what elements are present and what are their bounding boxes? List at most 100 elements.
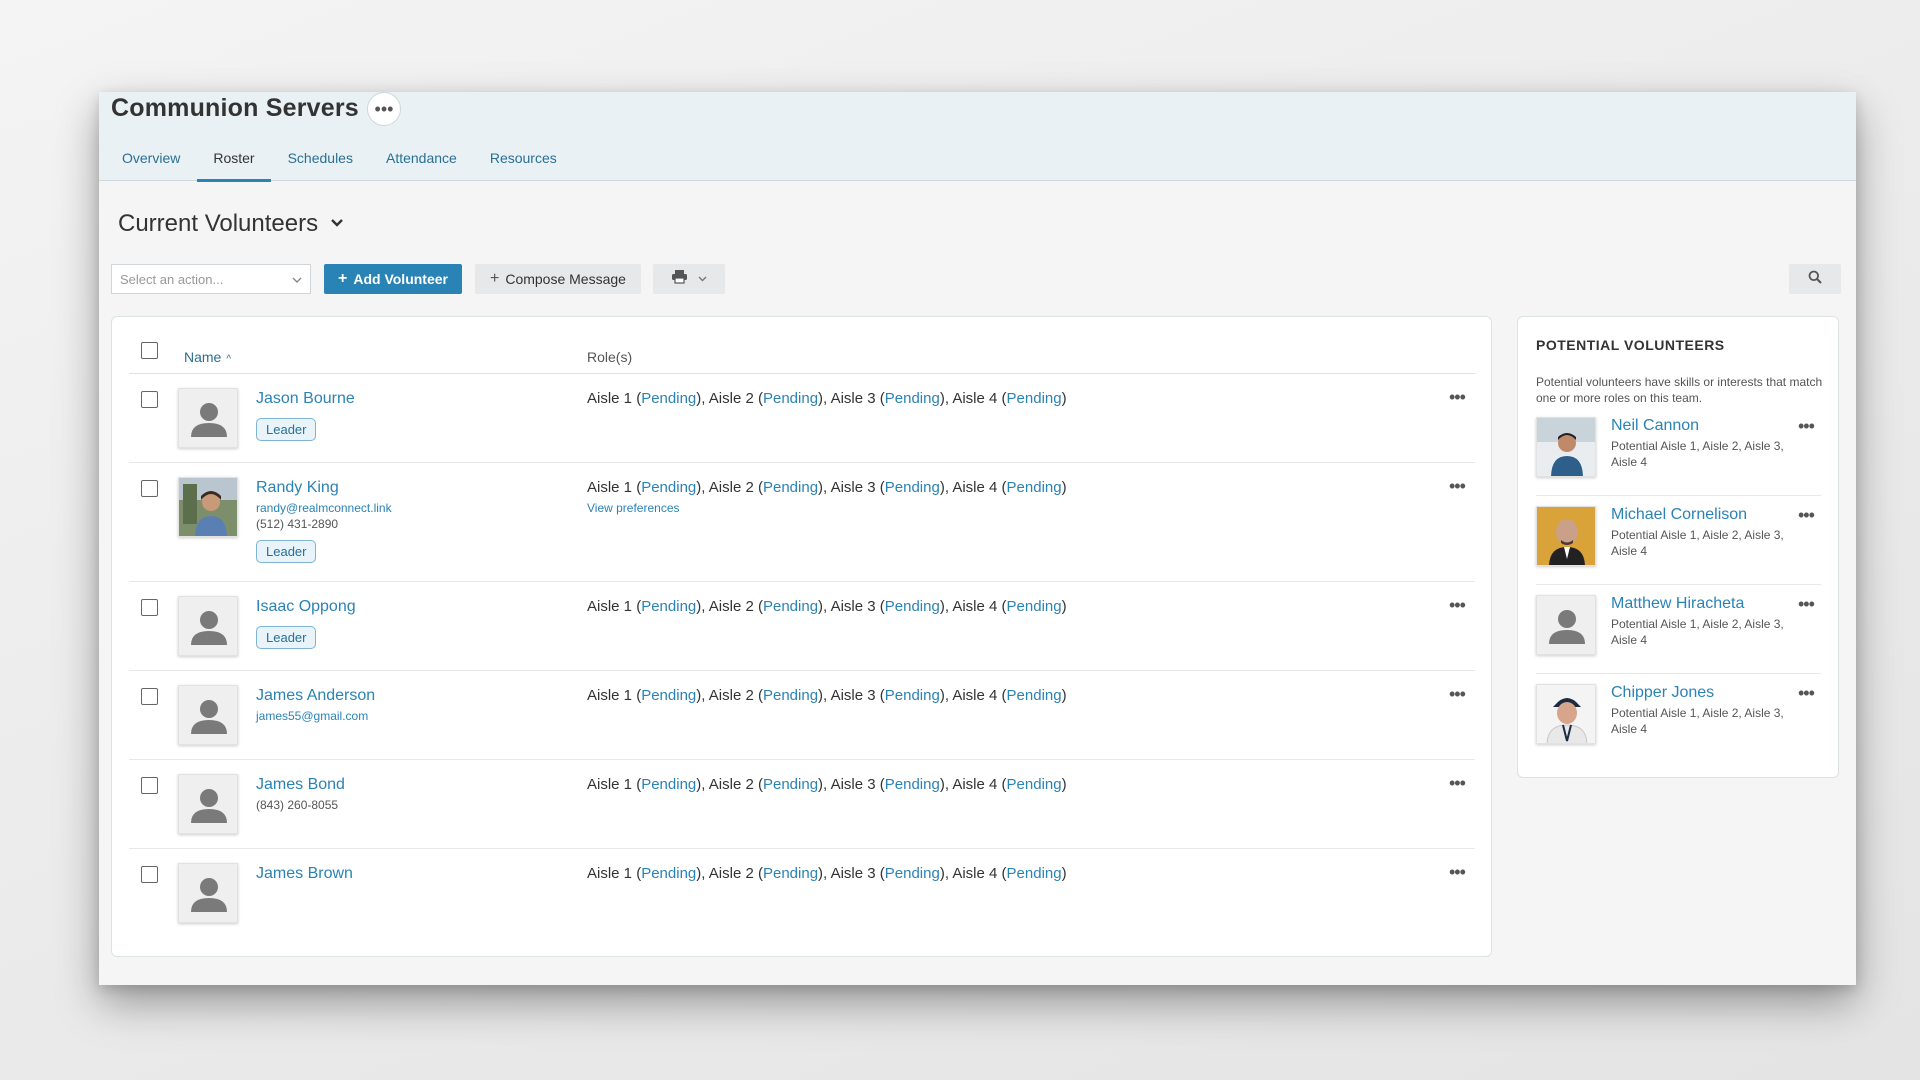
volunteer-name-link[interactable]: Randy King xyxy=(256,479,339,497)
pending-link[interactable]: Pending xyxy=(763,390,818,407)
pending-link[interactable]: Pending xyxy=(885,687,940,704)
pending-link[interactable]: Pending xyxy=(885,598,940,615)
potential-roles-text: Potential Aisle 1, Aisle 2, Aisle 3, Ais… xyxy=(1611,439,1784,469)
add-volunteer-button[interactable]: + Add Volunteer xyxy=(324,264,462,294)
tab-attendance[interactable]: Attendance xyxy=(370,144,473,181)
compose-message-button[interactable]: + Compose Message xyxy=(474,264,641,294)
more-options-button[interactable]: ••• xyxy=(1798,417,1815,435)
team-options-button[interactable]: ••• xyxy=(367,92,401,126)
pending-link[interactable]: Pending xyxy=(641,687,696,704)
potential-roles-text: Potential Aisle 1, Aisle 2, Aisle 3, Ais… xyxy=(1611,528,1784,558)
table-row: James Bond (843) 260-8055 Aisle 1 (Pendi… xyxy=(129,760,1475,849)
pending-link[interactable]: Pending xyxy=(763,598,818,615)
row-checkbox[interactable] xyxy=(141,777,158,794)
volunteer-name-link[interactable]: James Anderson xyxy=(256,687,375,705)
list-item: Matthew Hiracheta Potential Aisle 1, Ais… xyxy=(1536,585,1821,674)
email-link[interactable]: randy@realmconnect.link xyxy=(256,501,392,515)
pending-link[interactable]: Pending xyxy=(763,687,818,704)
sort-asc-icon: ^ xyxy=(226,354,232,365)
more-options-button[interactable]: ••• xyxy=(1798,506,1815,524)
pending-link[interactable]: Pending xyxy=(641,865,696,882)
email-link[interactable]: james55@gmail.com xyxy=(256,709,368,723)
pending-link[interactable]: Pending xyxy=(885,865,940,882)
pending-link[interactable]: Pending xyxy=(885,776,940,793)
row-checkbox[interactable] xyxy=(141,599,158,616)
roles-text: Aisle 1 (Pending), Aisle 2 (Pending), Ai… xyxy=(587,479,1067,496)
pending-link[interactable]: Pending xyxy=(641,598,696,615)
potential-volunteer-name-link[interactable]: Neil Cannon xyxy=(1611,417,1699,435)
more-options-button[interactable]: ••• xyxy=(1798,595,1815,613)
pending-link[interactable]: Pending xyxy=(763,776,818,793)
tab-resources[interactable]: Resources xyxy=(474,144,573,181)
roles-text: Aisle 1 (Pending), Aisle 2 (Pending), Ai… xyxy=(587,776,1067,793)
pending-link[interactable]: Pending xyxy=(885,479,940,496)
table-row: Randy King randy@realmconnect.link (512)… xyxy=(129,463,1475,582)
pending-link[interactable]: Pending xyxy=(1007,687,1062,704)
row-more-button[interactable]: ••• xyxy=(1449,863,1466,881)
pending-link[interactable]: Pending xyxy=(1007,865,1062,882)
pending-link[interactable]: Pending xyxy=(641,776,696,793)
chevron-down-icon xyxy=(292,272,302,287)
potential-volunteer-name-link[interactable]: Chipper Jones xyxy=(1611,684,1714,702)
leader-badge: Leader xyxy=(256,540,317,563)
volunteer-name-link[interactable]: James Bond xyxy=(256,776,345,794)
avatar xyxy=(178,388,238,448)
row-more-button[interactable]: ••• xyxy=(1449,774,1466,792)
pending-link[interactable]: Pending xyxy=(1007,479,1062,496)
search-button[interactable] xyxy=(1789,264,1841,294)
view-preferences-link[interactable]: View preferences xyxy=(587,501,680,515)
list-item: Michael Cornelison Potential Aisle 1, Ai… xyxy=(1536,496,1821,585)
pending-link[interactable]: Pending xyxy=(885,390,940,407)
pending-link[interactable]: Pending xyxy=(763,479,818,496)
avatar xyxy=(1536,684,1596,744)
row-checkbox[interactable] xyxy=(141,480,158,497)
section-title: Current Volunteers xyxy=(118,210,344,238)
print-button[interactable] xyxy=(652,264,725,294)
row-checkbox[interactable] xyxy=(141,866,158,883)
action-select[interactable]: Select an action... xyxy=(111,264,311,294)
tab-schedules[interactable]: Schedules xyxy=(272,144,369,181)
section-title-text: Current Volunteers xyxy=(118,210,319,237)
potential-roles-text: Potential Aisle 1, Aisle 2, Aisle 3, Ais… xyxy=(1611,706,1784,736)
pending-link[interactable]: Pending xyxy=(641,479,696,496)
name-column-header[interactable]: Name ^ xyxy=(184,349,231,365)
volunteer-name-link[interactable]: Jason Bourne xyxy=(256,390,355,408)
more-options-button[interactable]: ••• xyxy=(1798,684,1815,702)
volunteer-name-link[interactable]: Isaac Oppong xyxy=(256,598,356,616)
phone-text: (843) 260-8055 xyxy=(256,798,339,812)
tab-overview[interactable]: Overview xyxy=(106,144,196,181)
tab-roster[interactable]: Roster xyxy=(197,144,271,182)
chevron-down-icon[interactable] xyxy=(330,215,344,233)
page-title: Communion Servers xyxy=(111,94,359,122)
leader-badge: Leader xyxy=(256,626,317,649)
pending-link[interactable]: Pending xyxy=(763,865,818,882)
pending-link[interactable]: Pending xyxy=(641,390,696,407)
search-icon xyxy=(1808,270,1822,289)
volunteer-name-link[interactable]: James Brown xyxy=(256,865,353,883)
avatar xyxy=(178,863,238,923)
row-more-button[interactable]: ••• xyxy=(1449,388,1466,406)
app-window: Communion Servers ••• Overview Roster Sc… xyxy=(99,92,1856,985)
leader-badge: Leader xyxy=(256,418,317,441)
row-more-button[interactable]: ••• xyxy=(1449,596,1466,614)
potential-volunteers-title: POTENTIAL VOLUNTEERS xyxy=(1536,337,1725,353)
row-more-button[interactable]: ••• xyxy=(1449,477,1466,495)
phone-text: (512) 431-2890 xyxy=(256,517,339,531)
roles-column-header: Role(s) xyxy=(587,349,633,365)
table-row: Jason Bourne Leader Aisle 1 (Pending), A… xyxy=(129,374,1475,463)
table-row: Isaac Oppong Leader Aisle 1 (Pending), A… xyxy=(129,582,1475,671)
pending-link[interactable]: Pending xyxy=(1007,598,1062,615)
potential-volunteer-name-link[interactable]: Michael Cornelison xyxy=(1611,506,1747,524)
avatar xyxy=(178,685,238,745)
pending-link[interactable]: Pending xyxy=(1007,776,1062,793)
roles-text: Aisle 1 (Pending), Aisle 2 (Pending), Ai… xyxy=(587,687,1067,704)
row-checkbox[interactable] xyxy=(141,391,158,408)
row-checkbox[interactable] xyxy=(141,688,158,705)
avatar xyxy=(1536,595,1596,655)
select-all-checkbox[interactable] xyxy=(141,342,158,359)
printer-icon xyxy=(671,269,688,289)
potential-volunteer-name-link[interactable]: Matthew Hiracheta xyxy=(1611,595,1744,613)
pending-link[interactable]: Pending xyxy=(1007,390,1062,407)
row-more-button[interactable]: ••• xyxy=(1449,685,1466,703)
avatar xyxy=(178,477,238,537)
